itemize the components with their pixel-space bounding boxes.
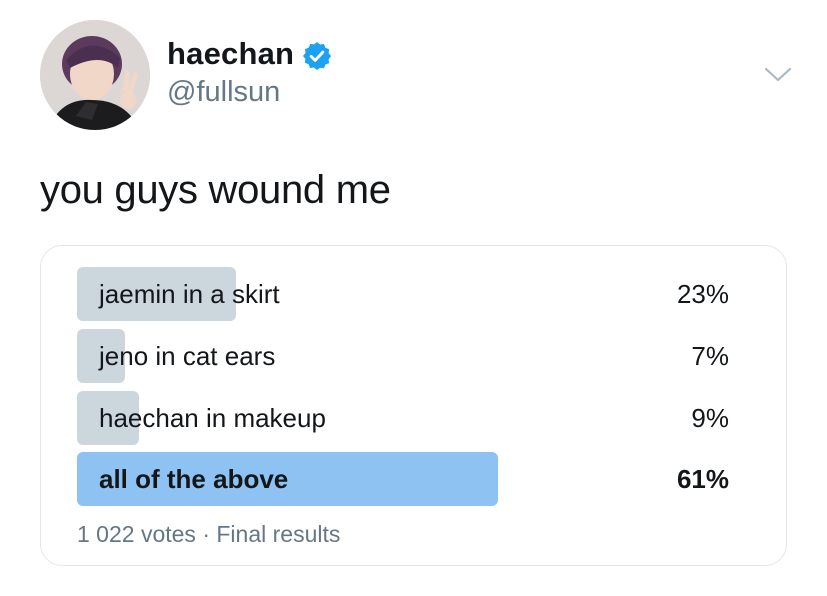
- poll-option-percent: 7%: [691, 341, 729, 371]
- poll-option-winner: all of the above 61%: [77, 452, 729, 506]
- display-name[interactable]: haechan: [167, 36, 294, 72]
- avatar-image: [40, 20, 150, 130]
- verified-badge-icon: [303, 42, 332, 70]
- poll-option: jaemin in a skirt 23%: [77, 267, 729, 321]
- vote-count: 1 022 votes: [77, 521, 196, 547]
- poll-option-label: all of the above: [99, 464, 289, 494]
- poll-option: jeno in cat ears 7%: [77, 329, 729, 383]
- poll-card: jaemin in a skirt 23% jeno in cat ears 7…: [40, 245, 787, 566]
- chevron-down-icon[interactable]: [764, 66, 792, 84]
- poll-option-percent: 61%: [676, 464, 729, 494]
- poll-option-percent: 9%: [691, 403, 729, 433]
- meta-separator: ·: [202, 521, 210, 547]
- poll-status: Final results: [216, 521, 341, 547]
- tweet-text: you guys wound me: [40, 168, 391, 212]
- user-handle[interactable]: @fullsun: [167, 76, 280, 109]
- poll-meta: 1 022 votes · Final results: [77, 521, 340, 548]
- poll-option-percent: 23%: [676, 279, 729, 309]
- poll-option-label: jaemin in a skirt: [99, 279, 280, 309]
- avatar[interactable]: [40, 20, 150, 130]
- poll-option: haechan in makeup 9%: [77, 391, 729, 445]
- poll-option-label: jeno in cat ears: [99, 341, 276, 371]
- poll-option-label: haechan in makeup: [99, 403, 326, 433]
